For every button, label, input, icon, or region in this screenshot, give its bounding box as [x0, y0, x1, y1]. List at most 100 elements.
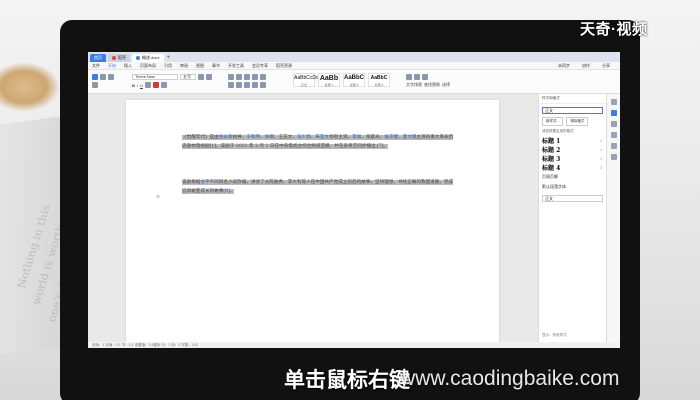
find-replace-label[interactable]: 查找替换	[424, 82, 440, 88]
text-layout-icon[interactable]	[406, 74, 412, 80]
sidebar-backup-icon[interactable]	[610, 143, 617, 149]
hyperlink-text[interactable]: 侯京健	[384, 135, 398, 140]
copy-icon[interactable]	[108, 74, 114, 80]
char-border-icon[interactable]	[160, 82, 167, 88]
style-heading-3[interactable]: AaBbC 标题 3	[368, 73, 390, 87]
wps-writer-window: 首页 稻壳 概述.docx + 文件 开始 插入 页面布局 引用 审阅 视图 章…	[88, 52, 620, 348]
selected-text[interactable]: 《觉醒年代》是由张永新执导，于和伟、张桐、王志文、马少骅、朱亚文领衔主演，李易、…	[182, 135, 454, 149]
paragraph-anchor-icon: ⊕	[156, 194, 161, 200]
clipboard-group	[92, 73, 114, 91]
menu-page-layout[interactable]: 页面布局	[136, 63, 160, 69]
hyperlink-text[interactable]: 李易	[352, 135, 361, 140]
right-sidebar	[606, 94, 620, 344]
hyperlink-text[interactable]: 张永新	[219, 135, 233, 140]
hyperlink-text[interactable]: 马少骅	[297, 135, 311, 140]
format-painter-icon[interactable]	[92, 82, 98, 88]
hyperlink-text[interactable]: 夏文锦	[403, 135, 417, 140]
tab-docer[interactable]: 稻壳	[108, 54, 130, 62]
cut-icon[interactable]	[100, 74, 106, 80]
body-text: 该剧根据	[182, 180, 201, 185]
select-icon[interactable]	[422, 74, 428, 80]
bullets-icon[interactable]	[228, 74, 234, 80]
paste-icon[interactable]	[92, 74, 98, 80]
style-normal[interactable]: AaBbCcDd 正文	[293, 73, 319, 87]
underline-icon[interactable]: U	[140, 83, 143, 88]
sidebar-attribute-icon[interactable]	[610, 121, 617, 127]
panel-heading-4[interactable]: 标题 4 ✓	[539, 163, 606, 172]
current-style-field[interactable]: 正文	[542, 107, 603, 114]
new-style-button[interactable]: 新样式...	[542, 117, 564, 126]
new-tab-button[interactable]: +	[167, 54, 171, 62]
paragraph-1[interactable]: 《觉醒年代》是由张永新执导，于和伟、张桐、王志文、马少骅、朱亚文领衔主演，李易、…	[182, 134, 454, 151]
style-heading-1[interactable]: AaBb 标题 1	[318, 73, 340, 87]
docer-icon	[112, 56, 116, 60]
menu-file[interactable]: 文件	[88, 63, 104, 69]
panel-item-normal[interactable]: 正文	[542, 195, 603, 202]
panel-heading-1[interactable]: 标题 1 ✓	[539, 136, 606, 145]
tab-home[interactable]: 首页	[90, 54, 106, 62]
panel-item-default-font[interactable]: 默认段落字体	[539, 182, 606, 192]
panel-heading-2[interactable]: 标题 2 ✓	[539, 145, 606, 154]
style-heading-2[interactable]: AaBbC 标题 2	[343, 73, 365, 87]
italic-icon[interactable]: I	[137, 83, 138, 88]
hyperlink-text[interactable]: 张桐	[265, 135, 274, 140]
hyperlink-text[interactable]: 龙平平	[200, 180, 214, 185]
hyperlink-text[interactable]: 朱亚文	[315, 135, 329, 140]
find-replace-icon[interactable]	[414, 74, 420, 80]
line-spacing-icon[interactable]	[260, 82, 266, 88]
menu-home[interactable]: 开始	[104, 63, 120, 69]
text-layout-label[interactable]: 文字排版	[406, 82, 422, 88]
collaborate-button[interactable]: 协作	[578, 63, 594, 69]
panel-sub-label: 请选择要应用的格式	[542, 129, 574, 133]
document-page[interactable]: 《觉醒年代》是由张永新执导，于和伟、张桐、王志文、马少骅、朱亚文领衔主演，李易、…	[126, 100, 499, 346]
menu-references[interactable]: 引用	[160, 63, 176, 69]
numbering-icon[interactable]	[236, 74, 242, 80]
align-center-icon[interactable]	[236, 82, 242, 88]
selected-text[interactable]: 该剧根据龙平平的同名小说改编，讲述了从陈独秀、李大钊等人在中国共产党成立前后的故…	[182, 180, 454, 194]
grow-font-icon[interactable]	[198, 74, 204, 80]
menu-member[interactable]: 会员专享	[248, 63, 272, 69]
menu-insert[interactable]: 插入	[120, 63, 136, 69]
panel-heading-3[interactable]: 标题 3 ✓	[539, 154, 606, 163]
menu-docer-resources[interactable]: 稻壳资源	[272, 63, 296, 69]
align-right-icon[interactable]	[244, 82, 250, 88]
bold-icon[interactable]: B	[132, 83, 135, 88]
sidebar-select-icon[interactable]	[610, 110, 617, 116]
menu-section[interactable]: 章节	[208, 63, 224, 69]
menu-review[interactable]: 审阅	[176, 63, 192, 69]
clear-format-button[interactable]: 清除格式	[566, 117, 589, 126]
share-button[interactable]: 分享	[598, 63, 614, 69]
panel-footer[interactable]: 显示：有效样式	[542, 333, 567, 338]
outdent-icon[interactable]	[244, 74, 250, 80]
video-caption: 单击鼠标右键	[284, 369, 410, 392]
shrink-font-icon[interactable]	[206, 74, 212, 80]
sidebar-format-icon[interactable]	[610, 132, 617, 138]
sort-icon[interactable]	[260, 74, 266, 80]
paragraph-2[interactable]: 该剧根据龙平平的同名小说改编，讲述了从陈独秀、李大钊等人在中国共产党成立前后的故…	[182, 179, 454, 196]
menu-developer[interactable]: 开发工具	[224, 63, 248, 69]
wheat-decoration	[0, 62, 60, 112]
style-sample: AaBbC	[370, 75, 388, 81]
panel-item-header-footer[interactable]: 页眉页脚	[539, 172, 606, 182]
menu-view[interactable]: 视图	[192, 63, 208, 69]
body-text: 领衔主演，	[329, 135, 353, 140]
justify-icon[interactable]	[252, 82, 258, 88]
tab-label: 概述.docx	[142, 55, 160, 60]
hyperlink-text[interactable]: 于和伟	[246, 135, 260, 140]
check-icon: ✓	[599, 147, 603, 152]
font-name-select[interactable]: Times New	[132, 74, 178, 80]
select-label[interactable]: 选择	[442, 82, 450, 88]
check-icon: ✓	[599, 138, 603, 143]
align-left-icon[interactable]	[228, 82, 234, 88]
heading-label: 标题 1	[542, 138, 561, 145]
sync-status[interactable]: 未同步	[554, 63, 574, 69]
highlight-icon[interactable]	[144, 82, 151, 88]
tab-document[interactable]: 概述.docx	[132, 54, 164, 62]
font-size-select[interactable]: 五号	[180, 74, 196, 80]
indent-icon[interactable]	[252, 74, 258, 80]
sidebar-style-icon[interactable]	[610, 99, 617, 105]
sidebar-settings-icon[interactable]	[610, 154, 617, 160]
tab-label: 首页	[94, 55, 102, 60]
panel-title: 样式和格式	[539, 94, 606, 104]
font-color-icon[interactable]	[152, 82, 159, 88]
